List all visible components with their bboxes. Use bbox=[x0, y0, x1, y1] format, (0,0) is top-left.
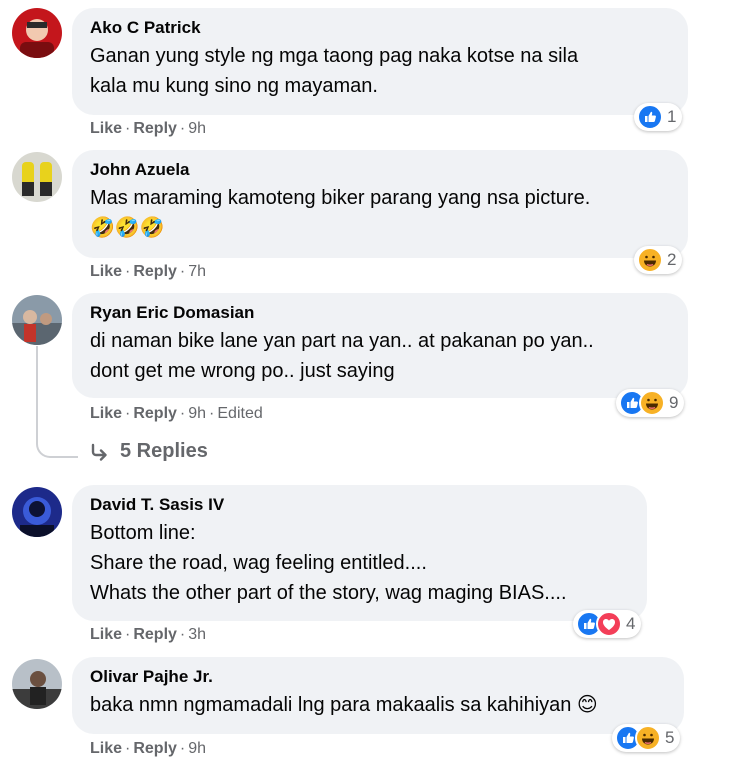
comment-emojis: 🤣🤣🤣 bbox=[90, 217, 165, 239]
reaction-count: 1 bbox=[667, 107, 677, 126]
reply-button[interactable]: Reply bbox=[133, 120, 177, 137]
comment-text: Ganan yung style ng mga taong pag naka k… bbox=[90, 45, 579, 97]
reaction-count: 2 bbox=[667, 250, 677, 269]
comment-author[interactable]: Ryan Eric Domasian bbox=[90, 302, 670, 324]
reaction-summary[interactable]: 2 bbox=[634, 246, 683, 274]
reaction-summary[interactable]: 1 bbox=[634, 103, 683, 131]
comment-author[interactable]: Ako C Patrick bbox=[90, 17, 670, 39]
haha-icon bbox=[637, 247, 663, 273]
reaction-summary[interactable]: 9 bbox=[616, 389, 685, 417]
reply-button[interactable]: Reply bbox=[133, 740, 177, 757]
avatar[interactable] bbox=[12, 487, 62, 537]
comment-actions: Like · Reply · 9h · Edited bbox=[90, 405, 263, 422]
avatar[interactable] bbox=[12, 295, 62, 345]
like-button[interactable]: Like bbox=[90, 120, 122, 137]
avatar[interactable] bbox=[12, 659, 62, 709]
like-button[interactable]: Like bbox=[90, 626, 122, 643]
comment-timestamp[interactable]: 9h bbox=[188, 120, 206, 137]
comment-bubble: David T. Sasis IV Bottom line: Share the… bbox=[72, 485, 647, 621]
haha-icon bbox=[639, 390, 665, 416]
comment-timestamp[interactable]: 9h bbox=[188, 405, 206, 422]
haha-icon bbox=[635, 725, 661, 751]
reaction-summary[interactable]: 4 bbox=[573, 610, 642, 638]
comment-text: Bottom line: Share the road, wag feeling… bbox=[90, 522, 567, 604]
view-replies-button[interactable]: 5 Replies bbox=[90, 440, 208, 463]
like-icon bbox=[637, 104, 663, 130]
comment-author[interactable]: David T. Sasis IV bbox=[90, 494, 629, 516]
reaction-count: 4 bbox=[626, 614, 636, 633]
comment-text: di naman bike lane yan part na yan.. at … bbox=[90, 330, 594, 382]
reaction-count: 5 bbox=[665, 728, 675, 747]
reply-button[interactable]: Reply bbox=[133, 405, 177, 422]
comment-actions: Like · Reply · 7h bbox=[90, 263, 207, 280]
edited-label[interactable]: Edited bbox=[217, 405, 262, 422]
reply-arrow-icon bbox=[91, 443, 107, 461]
comment-text: baka nmn ngmamadali lng para makaalis sa… bbox=[90, 694, 598, 716]
comment-bubble: John Azuela Mas maraming kamoteng biker … bbox=[72, 150, 688, 258]
love-icon bbox=[596, 611, 622, 637]
like-button[interactable]: Like bbox=[90, 740, 122, 757]
comment-author[interactable]: John Azuela bbox=[90, 159, 670, 181]
reaction-summary[interactable]: 5 bbox=[612, 724, 681, 752]
comment-actions: Like · Reply · 9h bbox=[90, 740, 207, 757]
comment-timestamp[interactable]: 9h bbox=[188, 740, 206, 757]
reply-button[interactable]: Reply bbox=[133, 263, 177, 280]
like-button[interactable]: Like bbox=[90, 405, 122, 422]
comment-bubble: Olivar Pajhe Jr. baka nmn ngmamadali lng… bbox=[72, 657, 684, 734]
comment-bubble: Ryan Eric Domasian di naman bike lane ya… bbox=[72, 293, 688, 398]
avatar[interactable] bbox=[12, 152, 62, 202]
reply-button[interactable]: Reply bbox=[133, 626, 177, 643]
comment-actions: Like · Reply · 3h bbox=[90, 626, 207, 643]
comment-timestamp[interactable]: 7h bbox=[188, 263, 206, 280]
comment-actions: Like · Reply · 9h bbox=[90, 120, 207, 137]
avatar[interactable] bbox=[12, 8, 62, 58]
comment-bubble: Ako C Patrick Ganan yung style ng mga ta… bbox=[72, 8, 688, 115]
comment-text: Mas maraming kamoteng biker parang yang … bbox=[90, 187, 591, 209]
thread-connector bbox=[36, 346, 78, 458]
like-button[interactable]: Like bbox=[90, 263, 122, 280]
comment-author[interactable]: Olivar Pajhe Jr. bbox=[90, 666, 666, 688]
reaction-count: 9 bbox=[669, 393, 679, 412]
comment-timestamp[interactable]: 3h bbox=[188, 626, 206, 643]
replies-label: 5 Replies bbox=[120, 440, 208, 462]
